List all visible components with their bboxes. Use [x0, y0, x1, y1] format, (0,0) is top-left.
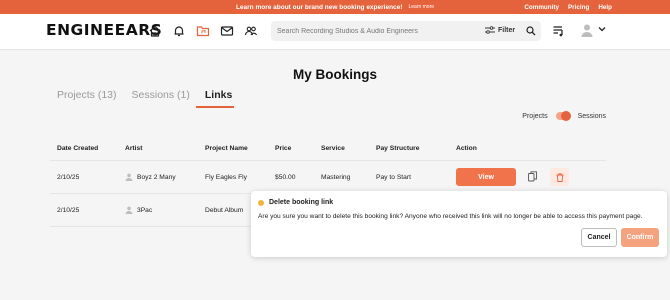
logo[interactable]: ENGINEEARS [46, 21, 162, 39]
row-artist: 3Pac [125, 206, 152, 214]
filter-label: Filter [498, 26, 516, 34]
row-project: Fly Eagles Fly [205, 173, 247, 181]
projects-sessions-toggle: Projects Sessions [522, 111, 606, 121]
home-icon[interactable] [148, 24, 162, 38]
warning-icon [258, 199, 264, 206]
dialog-title-text: Delete booking link [269, 199, 334, 206]
view-button[interactable]: View [456, 168, 516, 186]
tab-sessions[interactable]: Sessions (1) [132, 89, 190, 101]
bell-icon[interactable] [172, 24, 186, 38]
delete-button[interactable] [550, 168, 569, 186]
col-artist: Artist [125, 145, 143, 152]
row-price: $50.00 [275, 173, 296, 181]
community-link[interactable]: Community [524, 4, 559, 11]
toggle-knob [560, 111, 571, 121]
col-action: Action [456, 145, 477, 152]
copy-icon[interactable] [528, 171, 537, 182]
page-title: My Bookings [292, 67, 377, 82]
row-artist-name: Boyz 2 Many [137, 173, 176, 181]
help-link[interactable]: Help [598, 4, 612, 11]
row-artist-name: 3Pac [137, 206, 153, 214]
table-header: Date Created Artist Project Name Price S… [50, 137, 606, 161]
search-icon[interactable] [526, 26, 536, 36]
delete-confirm-dialog: Delete booking link Are you sure you wan… [251, 191, 667, 257]
people-icon[interactable] [244, 24, 258, 38]
toggle-label-projects: Projects [522, 112, 548, 120]
col-pay-structure: Pay Structure [376, 145, 420, 152]
booking-tabs: Projects (13) Sessions (1) Links [57, 89, 247, 101]
toggle-switch[interactable] [555, 111, 571, 121]
col-date-created: Date Created [57, 145, 99, 152]
col-project-name: Project Name [205, 145, 248, 152]
filter-button[interactable]: Filter [485, 26, 515, 34]
tab-links[interactable]: Links [205, 89, 232, 101]
row-service: Mastering [321, 173, 351, 181]
banner-links: Community Pricing Help [524, 4, 612, 11]
row-artist: Boyz 2 Many [125, 173, 176, 181]
table-row[interactable]: 2/10/25 Boyz 2 Many Fly Eagles Fly $50.0… [50, 161, 606, 194]
pricing-link[interactable]: Pricing [568, 4, 589, 11]
announcement-banner: Learn more about our brand new booking e… [0, 0, 670, 14]
row-date: 2/10/25 [57, 173, 80, 181]
col-service: Service [321, 145, 345, 152]
banner-message: Learn more about our brand new booking e… [235, 3, 403, 11]
toggle-label-sessions: Sessions [577, 112, 606, 120]
trash-icon [556, 172, 563, 182]
confirm-button[interactable]: Confirm [621, 228, 659, 247]
dialog-message: Are you sure you want to delete this boo… [258, 213, 643, 220]
banner-learn-more-link[interactable]: Learn more [408, 4, 434, 10]
person-icon [125, 173, 133, 181]
row-project: Debut Album [205, 206, 244, 214]
folder-icon[interactable] [196, 24, 210, 38]
dialog-title: Delete booking link [258, 199, 333, 206]
active-tab-indicator [196, 106, 234, 108]
cancel-button[interactable]: Cancel [581, 228, 617, 247]
playlist-icon[interactable] [552, 24, 566, 38]
user-avatar-icon[interactable] [580, 23, 594, 37]
search-input[interactable] [271, 27, 471, 35]
tab-projects[interactable]: Projects (13) [57, 89, 117, 101]
sliders-icon [485, 26, 495, 34]
col-price: Price [275, 145, 292, 152]
search-bar: Filter [271, 21, 541, 41]
top-nav: ENGINEEARS Filter [0, 14, 670, 50]
mail-icon[interactable] [220, 24, 234, 38]
row-pay-structure: Pay to Start [376, 173, 411, 181]
row-date: 2/10/25 [57, 206, 80, 214]
person-icon [125, 206, 133, 214]
chevron-down-icon[interactable] [598, 26, 606, 32]
